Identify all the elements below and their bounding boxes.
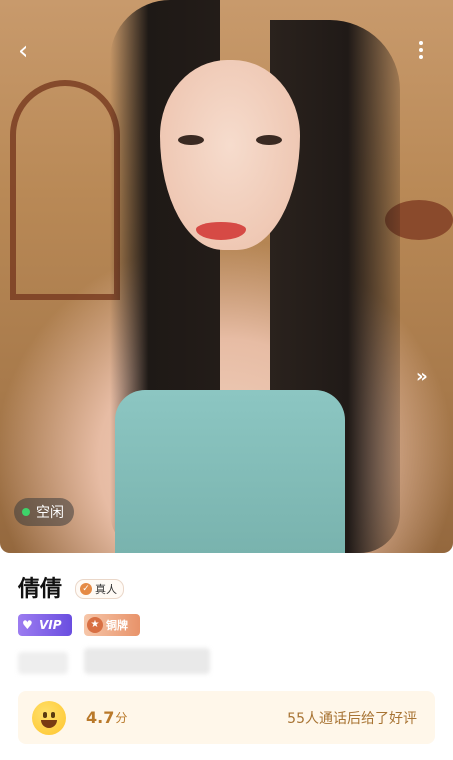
profile-name: 倩倩 — [18, 577, 63, 602]
smiley-icon — [32, 700, 66, 735]
more-button[interactable] — [415, 38, 427, 64]
diamond-icon: ♥ — [22, 618, 33, 632]
next-photo-button[interactable]: ›› — [416, 366, 428, 387]
eye — [178, 135, 204, 145]
blurred-tag — [84, 648, 210, 674]
rank-label: 铜牌 — [106, 619, 128, 632]
rating-card: 4.7 分 55人通话后给了好评 — [18, 691, 435, 744]
bronze-badge: ★ 铜牌 — [84, 614, 140, 636]
chevron-left-icon: ‹ — [18, 36, 29, 66]
double-chevron-right-icon: ›› — [416, 366, 428, 387]
status-text: 空闲 — [36, 505, 64, 521]
profile-photo[interactable]: ‹ ›› 空闲 — [0, 0, 453, 553]
chair-background — [10, 80, 120, 300]
clothing — [115, 390, 345, 553]
star-medal-icon: ★ — [87, 617, 103, 633]
rating-unit: 分 — [115, 711, 128, 725]
status-badge: 空闲 — [14, 498, 74, 526]
back-button[interactable]: ‹ — [18, 38, 44, 64]
review-summary: 55人通话后给了好评 — [287, 710, 417, 727]
blurred-tag — [18, 652, 68, 674]
check-badge-icon: ✓ — [80, 583, 92, 595]
verified-badge: ✓ 真人 — [75, 579, 124, 599]
more-vertical-icon — [415, 41, 427, 59]
status-dot-icon — [22, 508, 30, 516]
verified-label: 真人 — [95, 583, 117, 596]
rating-score: 4.7 — [86, 708, 115, 727]
vip-label: VIP — [39, 618, 62, 632]
eye — [256, 135, 282, 145]
vip-badge: ♥ VIP — [18, 614, 72, 636]
